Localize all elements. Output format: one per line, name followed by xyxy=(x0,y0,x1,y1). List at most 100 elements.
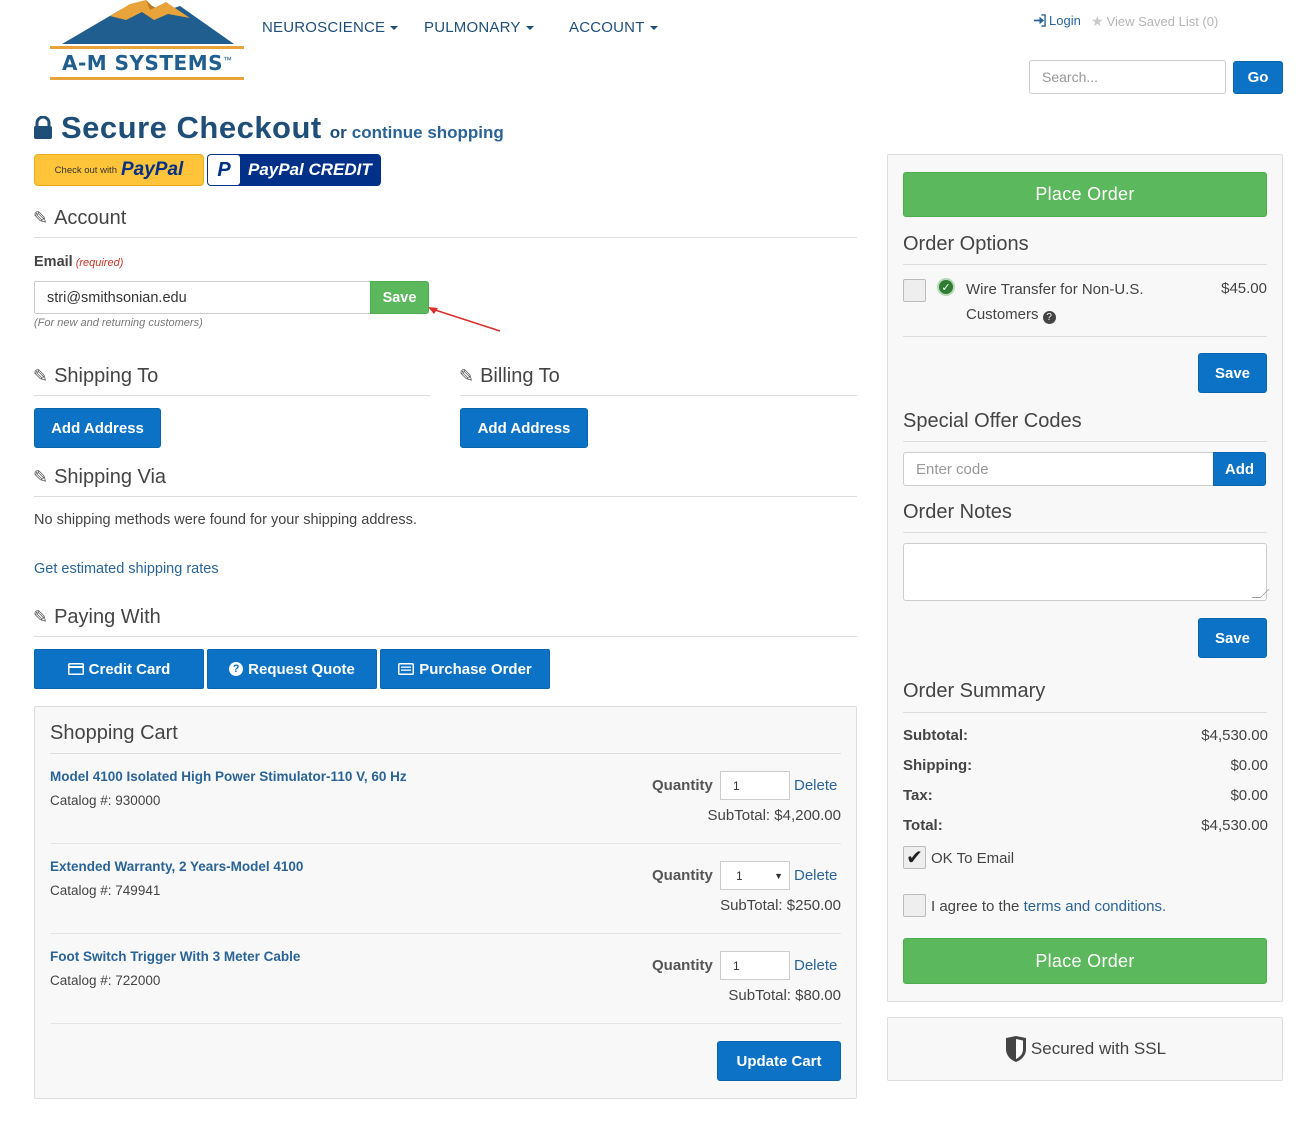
sign-in-icon xyxy=(1033,14,1046,27)
email-field[interactable]: stri@smithsonian.edu xyxy=(34,281,371,314)
question-circle-icon[interactable]: ? xyxy=(1042,311,1056,324)
billing-add-address-button[interactable]: Add Address xyxy=(460,408,588,448)
pencil-icon: ✎ xyxy=(33,208,49,228)
summary-total-label: Total: xyxy=(903,817,943,834)
quantity-label: Quantity xyxy=(652,777,713,794)
cart-item-catalog: Catalog #: 749941 xyxy=(50,883,161,898)
quantity-input[interactable]: 1 xyxy=(720,951,790,980)
order-notes-heading: Order Notes xyxy=(903,501,1012,523)
logo-text: A-M SYSTEMS xyxy=(61,51,224,75)
summary-subtotal-label: Subtotal: xyxy=(903,727,968,744)
ok-to-email-label: OK To Email xyxy=(931,850,1015,867)
summary-shipping-label: Shipping: xyxy=(903,757,973,774)
ssl-badge-panel: Secured with SSL xyxy=(887,1017,1283,1081)
item-subtotal: SubTotal: $80.00 xyxy=(728,987,841,1004)
pencil-icon: ✎ xyxy=(459,366,475,386)
order-options-save-button[interactable]: Save xyxy=(1198,353,1267,393)
summary-total-value: $4,530.00 xyxy=(1201,817,1268,834)
checkmark-icon: ✔ xyxy=(906,846,923,869)
quantity-label: Quantity xyxy=(652,957,713,974)
search-input[interactable]: Search... xyxy=(1029,60,1226,94)
star-icon: ★ xyxy=(1091,13,1104,29)
dropdown-arrow-icon: ▼ xyxy=(774,870,783,881)
pencil-icon: ✎ xyxy=(33,607,49,627)
site-logo[interactable]: A-M SYSTEMS ™ xyxy=(50,0,246,82)
agree-terms-checkbox[interactable] xyxy=(903,894,926,917)
paypal-credit-button[interactable]: P PayPal CREDIT xyxy=(207,154,381,186)
pencil-icon: ✎ xyxy=(33,366,49,386)
item-subtotal: SubTotal: $4,200.00 xyxy=(707,807,841,824)
paypal-logo: PayPal xyxy=(120,159,184,180)
offer-codes-heading: Special Offer Codes xyxy=(903,410,1082,432)
paypal-credit-logo: PayPal CREDIT xyxy=(248,160,372,179)
cart-item-catalog: Catalog #: 930000 xyxy=(50,793,161,808)
quantity-select[interactable]: 1 ▼ xyxy=(720,861,790,890)
shipping-to-heading: ✎ Shipping To xyxy=(33,365,159,387)
search-go-button[interactable]: Go xyxy=(1233,61,1283,94)
cart-item-name[interactable]: Extended Warranty, 2 Years-Model 4100 xyxy=(50,859,303,874)
shopping-cart-heading: Shopping Cart xyxy=(50,722,178,744)
quantity-input[interactable]: 1 xyxy=(720,771,790,800)
pencil-icon: ✎ xyxy=(33,467,49,487)
order-notes-save-button[interactable]: Save xyxy=(1198,618,1267,658)
lock-icon xyxy=(34,116,52,139)
login-link[interactable]: Login xyxy=(1033,13,1081,28)
shipping-add-address-button[interactable]: Add Address xyxy=(34,408,161,448)
order-options-heading: Order Options xyxy=(903,233,1029,255)
page-title: Secure Checkout xyxy=(61,110,322,145)
required-marker: (required) xyxy=(75,257,124,269)
wire-transfer-checkbox[interactable] xyxy=(903,279,926,302)
wire-transfer-label: Wire Transfer for Non-U.S. Customers ? xyxy=(966,281,1144,324)
offer-code-input[interactable]: Enter code xyxy=(903,452,1214,486)
item-subtotal: SubTotal: $250.00 xyxy=(720,897,841,914)
nav-neuroscience[interactable]: NEUROSCIENCE xyxy=(262,19,399,36)
delete-item-link[interactable]: Delete xyxy=(794,957,837,974)
delete-item-link[interactable]: Delete xyxy=(794,867,837,884)
cart-item-name[interactable]: Model 4100 Isolated High Power Stimulato… xyxy=(50,769,407,784)
ok-to-email-checkbox[interactable]: ✔ xyxy=(903,846,926,869)
caret-down-icon xyxy=(649,25,658,30)
quantity-label: Quantity xyxy=(652,867,713,884)
place-order-button-top[interactable]: Place Order xyxy=(903,172,1267,217)
logo-trademark: ™ xyxy=(223,55,233,65)
summary-tax-label: Tax: xyxy=(903,787,933,804)
list-alt-icon xyxy=(398,663,415,675)
shield-icon xyxy=(1005,1036,1026,1062)
agree-terms-label: I agree to the terms and conditions. xyxy=(931,898,1167,915)
update-cart-button[interactable]: Update Cart xyxy=(717,1041,841,1081)
place-order-button-bottom[interactable]: Place Order xyxy=(903,938,1267,984)
order-notes-textarea[interactable] xyxy=(903,543,1267,601)
terms-link[interactable]: terms and conditions. xyxy=(1024,898,1167,915)
cart-item-name[interactable]: Foot Switch Trigger With 3 Meter Cable xyxy=(50,949,300,964)
checkmark-badge-icon: ✓ xyxy=(937,278,955,296)
account-heading: ✎ Account xyxy=(33,207,127,229)
nav-pulmonary[interactable]: PULMONARY xyxy=(424,19,534,36)
paypal-p-icon: P xyxy=(208,155,240,185)
wire-transfer-price: $45.00 xyxy=(1221,280,1267,297)
estimated-shipping-link[interactable]: Get estimated shipping rates xyxy=(34,561,219,577)
delete-item-link[interactable]: Delete xyxy=(794,777,837,794)
page-title-row: Secure Checkout or continue shopping xyxy=(33,110,504,146)
continue-shopping-link[interactable]: continue shopping xyxy=(352,123,504,143)
email-helper-text: (For new and returning customers) xyxy=(34,317,203,329)
summary-tax-value: $0.00 xyxy=(1230,787,1268,804)
summary-shipping-value: $0.00 xyxy=(1230,757,1268,774)
billing-to-heading: ✎ Billing To xyxy=(459,365,560,387)
paying-with-heading: ✎ Paying With xyxy=(33,606,161,628)
ssl-text: Secured with SSL xyxy=(1030,1039,1167,1058)
email-label: Email (required) xyxy=(34,254,124,270)
nav-account[interactable]: ACCOUNT xyxy=(569,19,658,36)
order-summary-heading: Order Summary xyxy=(903,680,1046,702)
pay-request-quote-button[interactable]: ? Request Quote xyxy=(207,649,377,689)
paypal-checkout-button[interactable]: Check out with PayPal xyxy=(34,154,204,186)
email-save-button[interactable]: Save xyxy=(370,281,429,314)
pay-purchase-order-button[interactable]: Purchase Order xyxy=(380,649,550,689)
caret-down-icon xyxy=(390,25,399,30)
annotation-arrow-icon xyxy=(428,307,501,332)
saved-list-link[interactable]: ★ View Saved List (0) xyxy=(1091,13,1218,30)
or-text: or xyxy=(329,123,347,142)
no-shipping-message: No shipping methods were found for your … xyxy=(34,512,417,528)
offer-code-add-button[interactable]: Add xyxy=(1213,452,1266,486)
pay-credit-card-button[interactable]: Credit Card xyxy=(34,649,204,689)
question-circle-icon: ? xyxy=(229,662,244,676)
